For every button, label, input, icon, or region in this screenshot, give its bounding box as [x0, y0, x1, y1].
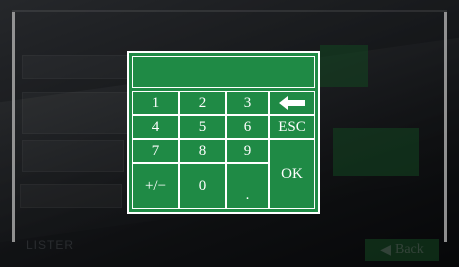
backspace-button[interactable] — [269, 91, 315, 115]
key-2[interactable]: 2 — [179, 91, 226, 115]
key-9[interactable]: 9 — [226, 139, 269, 163]
decimal-point-button[interactable]: . — [226, 163, 269, 209]
key-1[interactable]: 1 — [132, 91, 179, 115]
key-4[interactable]: 4 — [132, 115, 179, 139]
numeric-keypad: 1 2 3 4 5 6 ESC 7 8 9 OK +/− 0 . — [127, 51, 320, 214]
esc-button[interactable]: ESC — [269, 115, 315, 139]
key-0[interactable]: 0 — [179, 163, 226, 209]
keypad-display — [132, 56, 315, 88]
key-7[interactable]: 7 — [132, 139, 179, 163]
key-8[interactable]: 8 — [179, 139, 226, 163]
ok-button[interactable]: OK — [269, 139, 315, 209]
plus-minus-button[interactable]: +/− — [132, 163, 179, 209]
backspace-arrow-icon — [279, 96, 305, 110]
key-6[interactable]: 6 — [226, 115, 269, 139]
key-5[interactable]: 5 — [179, 115, 226, 139]
screen: LISTER ◀ Back 1 2 3 4 5 6 ESC 7 8 9 OK +… — [0, 0, 459, 267]
key-3[interactable]: 3 — [226, 91, 269, 115]
